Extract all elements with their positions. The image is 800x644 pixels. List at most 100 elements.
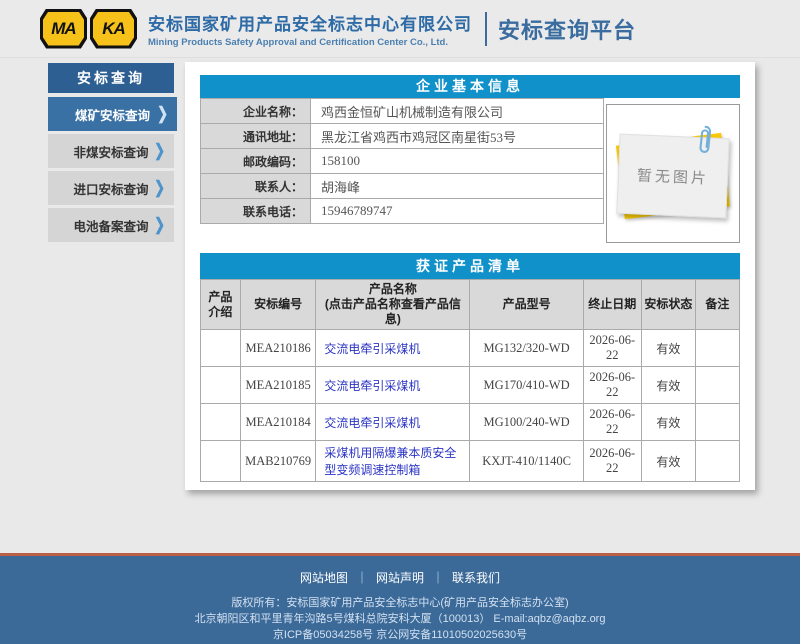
- company-name-value: 鸡西金恒矿山机械制造有限公司: [311, 99, 604, 124]
- footer-link-statement[interactable]: 网站声明: [376, 571, 424, 585]
- main-panel: 企业基本信息 企业名称： 鸡西金恒矿山机械制造有限公司 通讯地址： 黑龙江省鸡西…: [185, 62, 755, 490]
- product-name-link[interactable]: 交流电牵引采煤机: [324, 416, 420, 430]
- contact-label: 联系人：: [201, 174, 311, 199]
- postcode-label: 邮政编码：: [201, 149, 311, 174]
- footer-link-contact[interactable]: 联系我们: [452, 571, 500, 585]
- table-row: MAB210769 采煤机用隔爆兼本质安全型变频调速控制箱 KXJT-410/1…: [201, 441, 740, 482]
- logo-ma-text: MA: [43, 12, 84, 46]
- cell-intro: [201, 367, 241, 404]
- table-header-row: 产品介绍 安标编号 产品名称 (点击产品名称查看产品信息) 产品型号 终止日期 …: [201, 280, 740, 330]
- footer-separator: ｜: [356, 571, 368, 585]
- chevron-right-icon: ❯: [157, 104, 168, 125]
- sidebar-item-noncoal-query[interactable]: 非煤安标查询 ❯: [48, 134, 174, 168]
- cell-expiry: 2026-06-22: [583, 330, 641, 367]
- footer: 网站地图 ｜ 网站声明 ｜ 联系我们 版权所有：安标国家矿用产品安全标志中心(矿用产品安…: [0, 553, 800, 644]
- sidebar-item-label: 非煤安标查询: [73, 142, 148, 161]
- cell-remark: [695, 404, 739, 441]
- maka-logo: MA KA: [40, 9, 137, 49]
- cell-model: KXJT-410/1140C: [470, 441, 583, 482]
- cell-status: 有效: [641, 367, 695, 404]
- cell-model: MG100/240-WD: [470, 404, 583, 441]
- col-expiry: 终止日期: [583, 280, 641, 330]
- cell-product-name: 交流电牵引采煤机: [316, 330, 470, 367]
- postcode-value: 158100: [311, 149, 604, 174]
- company-name-label: 企业名称：: [201, 99, 311, 124]
- table-row: MEA210186 交流电牵引采煤机 MG132/320-WD 2026-06-…: [201, 330, 740, 367]
- company-info-title: 企业基本信息: [200, 75, 740, 98]
- product-name-link[interactable]: 采煤机用隔爆兼本质安全型变频调速控制箱: [324, 446, 456, 477]
- address-value: 黑龙江省鸡西市鸡冠区南星街53号: [311, 124, 604, 149]
- sidebar-item-battery-query[interactable]: 电池备案查询 ❯: [48, 208, 174, 242]
- cell-model: MG132/320-WD: [470, 330, 583, 367]
- sidebar-item-coal-query[interactable]: 煤矿安标查询 ❯: [48, 97, 177, 131]
- sidebar-item-label: 煤矿安标查询: [75, 105, 150, 124]
- org-titles: 安标国家矿用产品安全标志中心有限公司 Mining Products Safet…: [148, 10, 472, 48]
- company-info-table: 企业名称： 鸡西金恒矿山机械制造有限公司 通讯地址： 黑龙江省鸡西市鸡冠区南星街…: [200, 98, 604, 224]
- product-name-link[interactable]: 交流电牵引采煤机: [324, 379, 420, 393]
- table-row: 邮政编码： 158100: [201, 149, 604, 174]
- chevron-right-icon: ❯: [154, 141, 165, 162]
- logo-shield-ka-icon: KA: [90, 9, 137, 49]
- phone-label: 联系电话：: [201, 199, 311, 224]
- company-info-section: 企业名称： 鸡西金恒矿山机械制造有限公司 通讯地址： 黑龙江省鸡西市鸡冠区南星街…: [200, 98, 740, 243]
- cell-expiry: 2026-06-22: [583, 404, 641, 441]
- footer-separator: ｜: [432, 571, 444, 585]
- sidebar: 安标查询 煤矿安标查询 ❯ 非煤安标查询 ❯ 进口安标查询 ❯ 电池备案查询 ❯: [48, 63, 174, 245]
- product-list-section: 获证产品清单 产品介绍 安标编号 产品名称 (点击产品名称查看产品信息) 产品型…: [200, 253, 740, 482]
- cell-status: 有效: [641, 441, 695, 482]
- cell-cert-no: MEA210184: [240, 404, 315, 441]
- org-name-cn: 安标国家矿用产品安全标志中心有限公司: [148, 10, 472, 35]
- footer-copyright: 版权所有：安标国家矿用产品安全标志中心(矿用产品安全标志办公室) 北京朝阳区和平…: [0, 595, 800, 643]
- cell-remark: [695, 330, 739, 367]
- copyright-line-1: 版权所有：安标国家矿用产品安全标志中心(矿用产品安全标志办公室): [0, 595, 800, 611]
- cell-intro: [201, 404, 241, 441]
- product-image-placeholder: 暂无图片: [606, 104, 740, 243]
- copyright-line-2: 北京朝阳区和平里青年沟路5号煤科总院安科大厦（100013） E-mail:aq…: [0, 611, 800, 627]
- header-divider: [485, 12, 487, 46]
- col-name: 产品名称 (点击产品名称查看产品信息): [316, 280, 470, 330]
- address-label: 通讯地址：: [201, 124, 311, 149]
- col-intro: 产品介绍: [201, 280, 241, 330]
- cell-remark: [695, 367, 739, 404]
- cell-cert-no: MEA210185: [240, 367, 315, 404]
- logo-shield-ma-icon: MA: [40, 9, 87, 49]
- product-name-link[interactable]: 交流电牵引采煤机: [324, 342, 420, 356]
- cell-expiry: 2026-06-22: [583, 367, 641, 404]
- cell-expiry: 2026-06-22: [583, 441, 641, 482]
- phone-value: 15946789747: [311, 199, 604, 224]
- cell-product-name: 采煤机用隔爆兼本质安全型变频调速控制箱: [316, 441, 470, 482]
- footer-links: 网站地图 ｜ 网站声明 ｜ 联系我们: [0, 556, 800, 586]
- cell-status: 有效: [641, 330, 695, 367]
- col-cert-no: 安标编号: [240, 280, 315, 330]
- cell-model: MG170/410-WD: [470, 367, 583, 404]
- footer-link-sitemap[interactable]: 网站地图: [300, 571, 348, 585]
- org-name-en: Mining Products Safety Approval and Cert…: [148, 37, 472, 48]
- product-list-title: 获证产品清单: [200, 253, 740, 279]
- col-model: 产品型号: [470, 280, 583, 330]
- table-row: MEA210185 交流电牵引采煤机 MG170/410-WD 2026-06-…: [201, 367, 740, 404]
- platform-title: 安标查询平台: [498, 13, 636, 45]
- cell-product-name: 交流电牵引采煤机: [316, 367, 470, 404]
- col-status: 安标状态: [641, 280, 695, 330]
- sidebar-item-label: 电池备案查询: [73, 216, 148, 235]
- table-row: 联系人： 胡海峰: [201, 174, 604, 199]
- sidebar-item-import-query[interactable]: 进口安标查询 ❯: [48, 171, 174, 205]
- product-table: 产品介绍 安标编号 产品名称 (点击产品名称查看产品信息) 产品型号 终止日期 …: [200, 279, 740, 482]
- cell-cert-no: MAB210769: [240, 441, 315, 482]
- cell-product-name: 交流电牵引采煤机: [316, 404, 470, 441]
- contact-value: 胡海峰: [311, 174, 604, 199]
- cell-intro: [201, 441, 241, 482]
- copyright-line-3: 京ICP备05034258号 京公网安备11010502025630号: [0, 627, 800, 643]
- no-image-card: 暂无图片: [620, 139, 726, 213]
- cell-intro: [201, 330, 241, 367]
- table-row: 通讯地址： 黑龙江省鸡西市鸡冠区南星街53号: [201, 124, 604, 149]
- chevron-right-icon: ❯: [154, 178, 165, 199]
- cell-status: 有效: [641, 404, 695, 441]
- col-name-main: 产品名称: [369, 282, 417, 296]
- top-header: MA KA 安标国家矿用产品安全标志中心有限公司 Mining Products…: [0, 0, 800, 58]
- sidebar-title: 安标查询: [48, 63, 174, 93]
- chevron-right-icon: ❯: [154, 215, 165, 236]
- sidebar-item-label: 进口安标查询: [73, 179, 148, 198]
- table-row: 企业名称： 鸡西金恒矿山机械制造有限公司: [201, 99, 604, 124]
- logo-ka-text: KA: [93, 12, 134, 46]
